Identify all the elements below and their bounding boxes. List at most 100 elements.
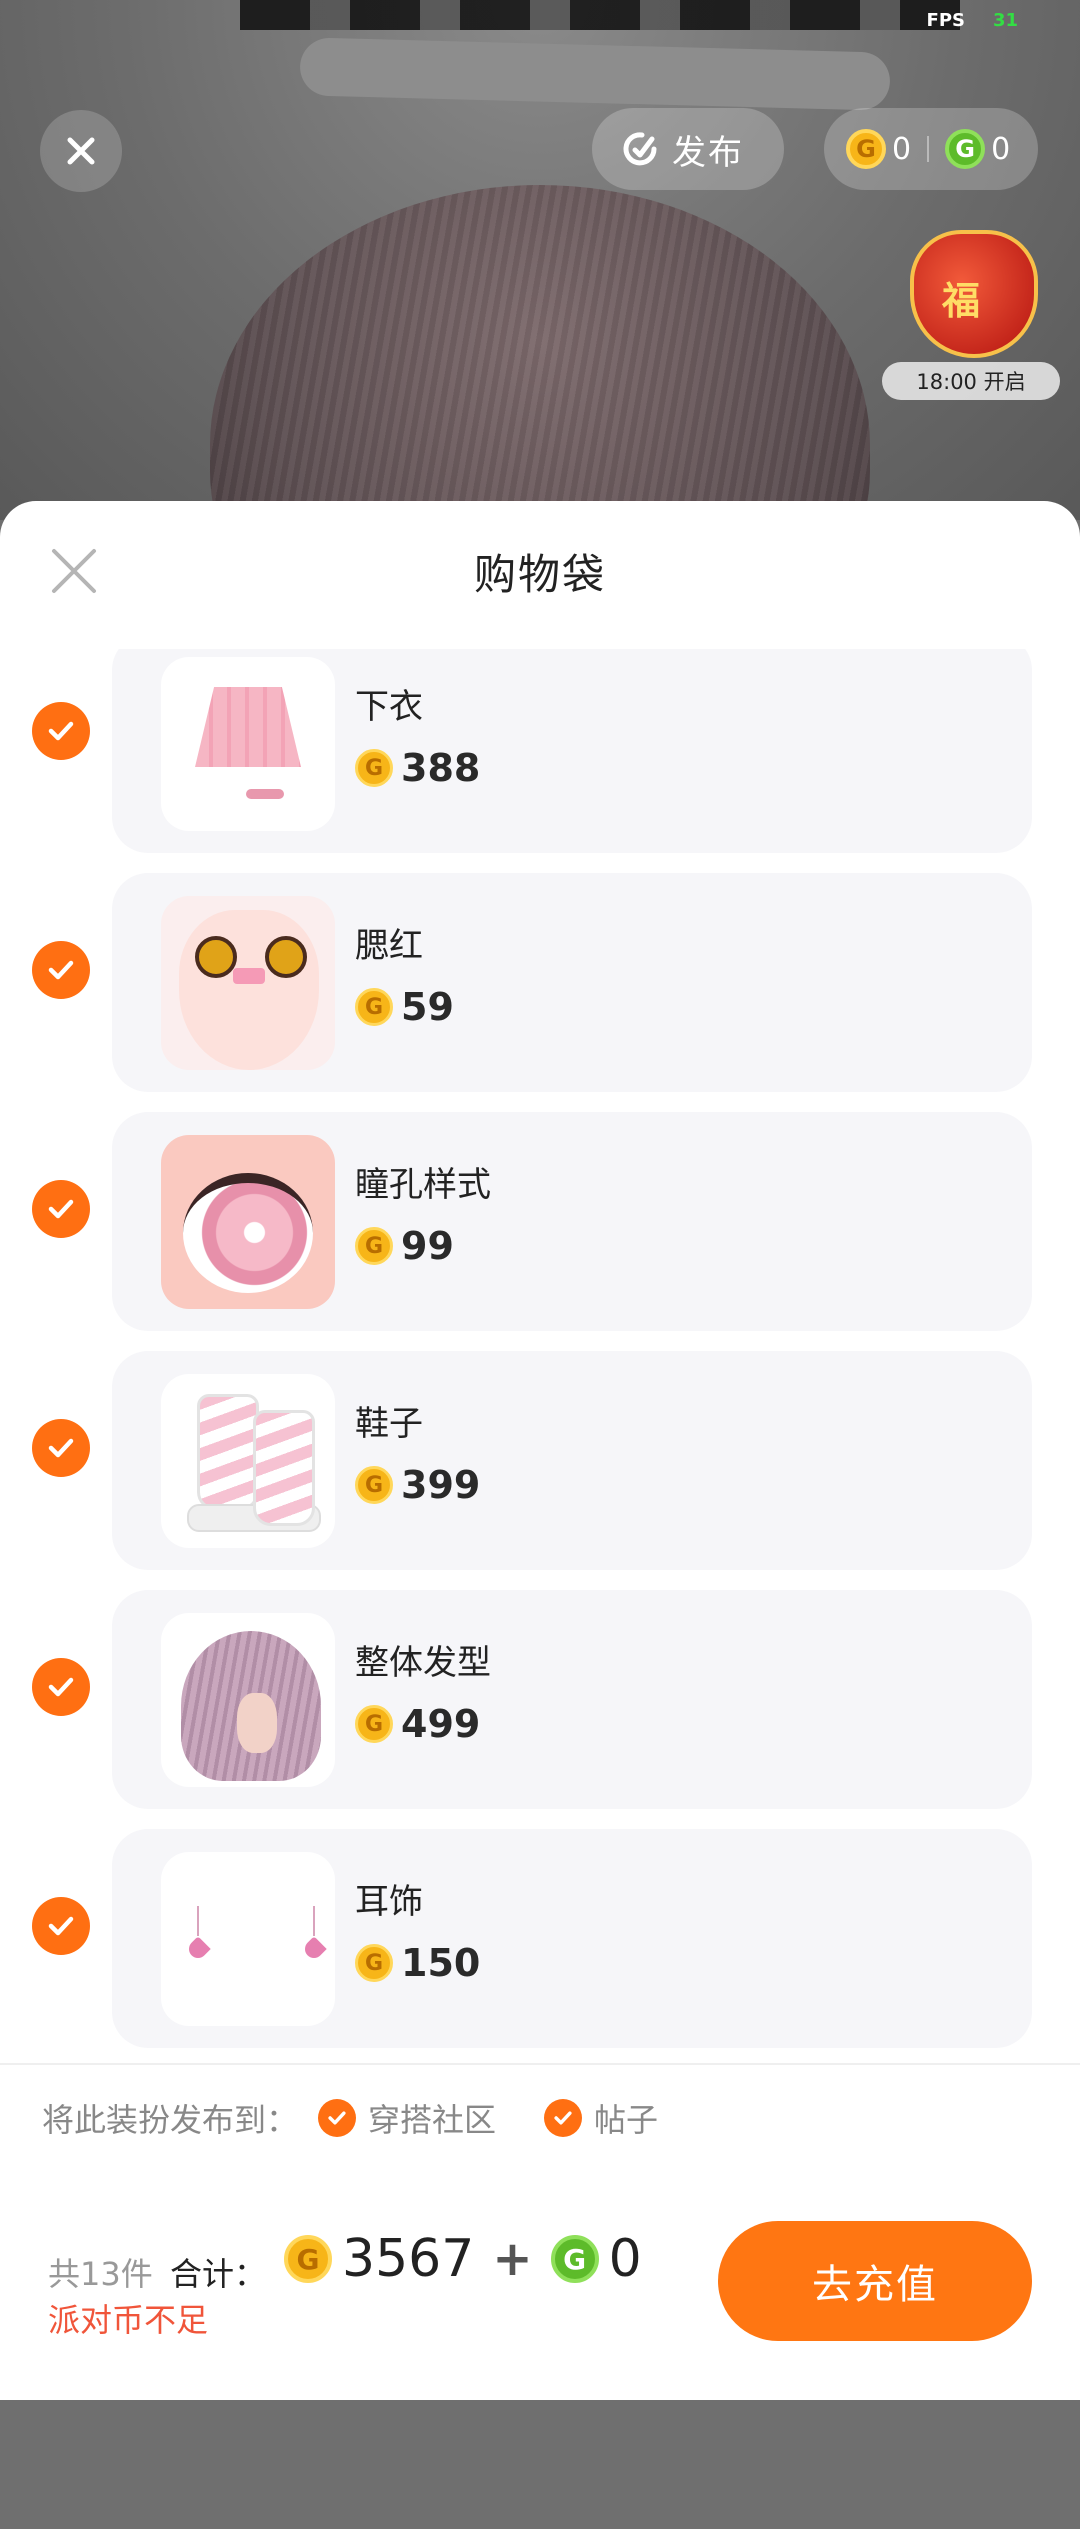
gold-coin-icon: G <box>846 129 886 169</box>
thumb-eye <box>265 936 307 978</box>
item-name: 整体发型 <box>355 1643 491 1683</box>
thumb-sole <box>187 1504 321 1532</box>
earring-thumbnail <box>161 1852 335 2026</box>
publish-option-community-label: 穿搭社区 <box>368 2101 497 2139</box>
blush-thumbnail <box>161 896 335 1070</box>
item-name: 鞋子 <box>355 1404 423 1444</box>
item-price: G 399 <box>355 1463 480 1507</box>
close-icon <box>67 137 95 165</box>
item-card[interactable]: 鞋子 G 399 <box>112 1351 1032 1570</box>
cart-item[interactable]: 耳饰 G 150 <box>0 1809 1080 2048</box>
item-checkbox[interactable] <box>32 1180 90 1238</box>
item-name: 腮红 <box>355 926 423 966</box>
gold-balance: 0 <box>892 131 912 167</box>
gold-coin-icon: G <box>355 1705 393 1743</box>
item-price-value: 399 <box>401 1463 481 1507</box>
check-icon <box>318 2099 357 2137</box>
publish-label: 发布 <box>672 132 744 173</box>
item-checkbox[interactable] <box>32 1658 90 1716</box>
sheet-title: 购物袋 <box>473 550 606 599</box>
cart-item[interactable]: 瞳孔样式 G 99 <box>0 1092 1080 1331</box>
item-price-value: 99 <box>401 1224 454 1268</box>
item-checkbox[interactable] <box>32 941 90 999</box>
plus-sign: + <box>492 2231 533 2287</box>
cart-item[interactable]: 鞋子 G 399 <box>0 1331 1080 1570</box>
avatar-scene[interactable]: FPS 31 发布 G 0 G 0 福 18:00 开启 <box>0 0 1080 520</box>
gold-coin-icon: G <box>355 988 393 1026</box>
item-card[interactable]: 瞳孔样式 G 99 <box>112 1112 1032 1331</box>
hairstyle-thumbnail <box>161 1613 335 1787</box>
item-price: G 59 <box>355 985 454 1029</box>
close-editor-button[interactable] <box>40 110 122 192</box>
avatar-hair <box>210 185 870 520</box>
item-card[interactable]: 腮红 G 59 <box>112 873 1032 1092</box>
thumb-eye <box>195 936 237 978</box>
thumb-bandage <box>233 968 265 984</box>
gold-coin-icon: G <box>284 2235 332 2283</box>
insufficient-funds-warning: 派对币不足 <box>48 2301 209 2339</box>
item-checkbox[interactable] <box>32 1897 90 1955</box>
skirt-thumbnail <box>161 657 335 831</box>
check-icon <box>48 1438 74 1458</box>
publish-option-post-label: 帖子 <box>594 2101 659 2139</box>
item-name: 瞳孔样式 <box>355 1165 491 1205</box>
check-icon <box>48 960 74 980</box>
item-price-value: 388 <box>401 746 481 790</box>
thumb-earring-chain <box>313 1906 315 1936</box>
item-card[interactable]: 耳饰 G 150 <box>112 1829 1032 2048</box>
gold-coin-icon: G <box>355 1227 393 1265</box>
publish-option-post[interactable]: 帖子 <box>544 2095 658 2141</box>
publish-to-label: 将此装扮发布到： <box>42 2101 299 2139</box>
lucky-bag-event[interactable]: 福 18:00 开启 <box>880 230 1062 405</box>
recharge-button[interactable]: 去充值 <box>718 2221 1032 2341</box>
gold-coin-icon: G <box>355 1944 393 1982</box>
cart-item[interactable]: 整体发型 G 499 <box>0 1570 1080 1809</box>
scene-shelf <box>299 37 891 111</box>
item-price: G 99 <box>355 1224 454 1268</box>
item-card[interactable]: 整体发型 G 499 <box>112 1590 1032 1809</box>
check-icon <box>48 1199 74 1219</box>
item-name: 耳饰 <box>355 1882 423 1922</box>
item-price: G 499 <box>355 1702 480 1746</box>
item-name: 下衣 <box>355 687 423 727</box>
publish-button[interactable]: 发布 <box>592 108 784 190</box>
thumb-earring-chain <box>197 1906 199 1936</box>
item-checkbox[interactable] <box>32 702 90 760</box>
green-coin-icon: G <box>945 129 986 169</box>
cart-item[interactable]: 下衣 G 388 <box>0 649 1080 853</box>
cart-item[interactable]: 腮红 G 59 <box>0 853 1080 1092</box>
pupil-thumbnail <box>161 1135 335 1309</box>
currency-balance[interactable]: G 0 G 0 <box>824 108 1038 190</box>
item-count: 共13件 <box>48 2255 153 2293</box>
item-price-value: 150 <box>401 1941 481 1985</box>
green-total: 0 <box>608 2229 642 2289</box>
item-price-value: 499 <box>401 1702 481 1746</box>
item-price-value: 59 <box>401 985 454 1029</box>
balance-divider <box>927 136 930 162</box>
publish-option-community[interactable]: 穿搭社区 <box>318 2095 496 2141</box>
check-icon <box>48 1916 74 1936</box>
sheet-header: 购物袋 <box>0 501 1080 651</box>
check-icon <box>48 1677 74 1697</box>
gold-total: 3567 <box>342 2229 475 2289</box>
heart-earring-icon <box>301 1936 327 1962</box>
item-card[interactable]: 下衣 G 388 <box>112 649 1032 853</box>
fps-value: 31 <box>992 10 1018 31</box>
item-price: G 150 <box>355 1941 480 1985</box>
publish-icon <box>623 132 657 166</box>
lucky-bag-char: 福 <box>942 279 981 323</box>
shoes-thumbnail <box>161 1374 335 1548</box>
event-timer: 18:00 开启 <box>882 362 1060 400</box>
scene-backdrop <box>240 0 960 30</box>
gold-coin-icon: G <box>355 749 393 787</box>
publish-to-row: 将此装扮发布到： 穿搭社区 帖子 <box>0 2063 1080 2173</box>
total-label: 合计： <box>170 2255 267 2293</box>
green-coin-icon: G <box>550 2235 599 2283</box>
item-checkbox[interactable] <box>32 1419 90 1477</box>
green-balance: 0 <box>991 131 1011 167</box>
item-price: G 388 <box>355 746 480 790</box>
gold-coin-icon: G <box>355 1466 393 1504</box>
fps-label: FPS <box>926 10 965 31</box>
total-amount: G 3567 + G 0 <box>284 2229 642 2289</box>
checkout-footer: 共13件 合计： G 3567 + G 0 派对币不足 去充值 <box>0 2171 1080 2400</box>
